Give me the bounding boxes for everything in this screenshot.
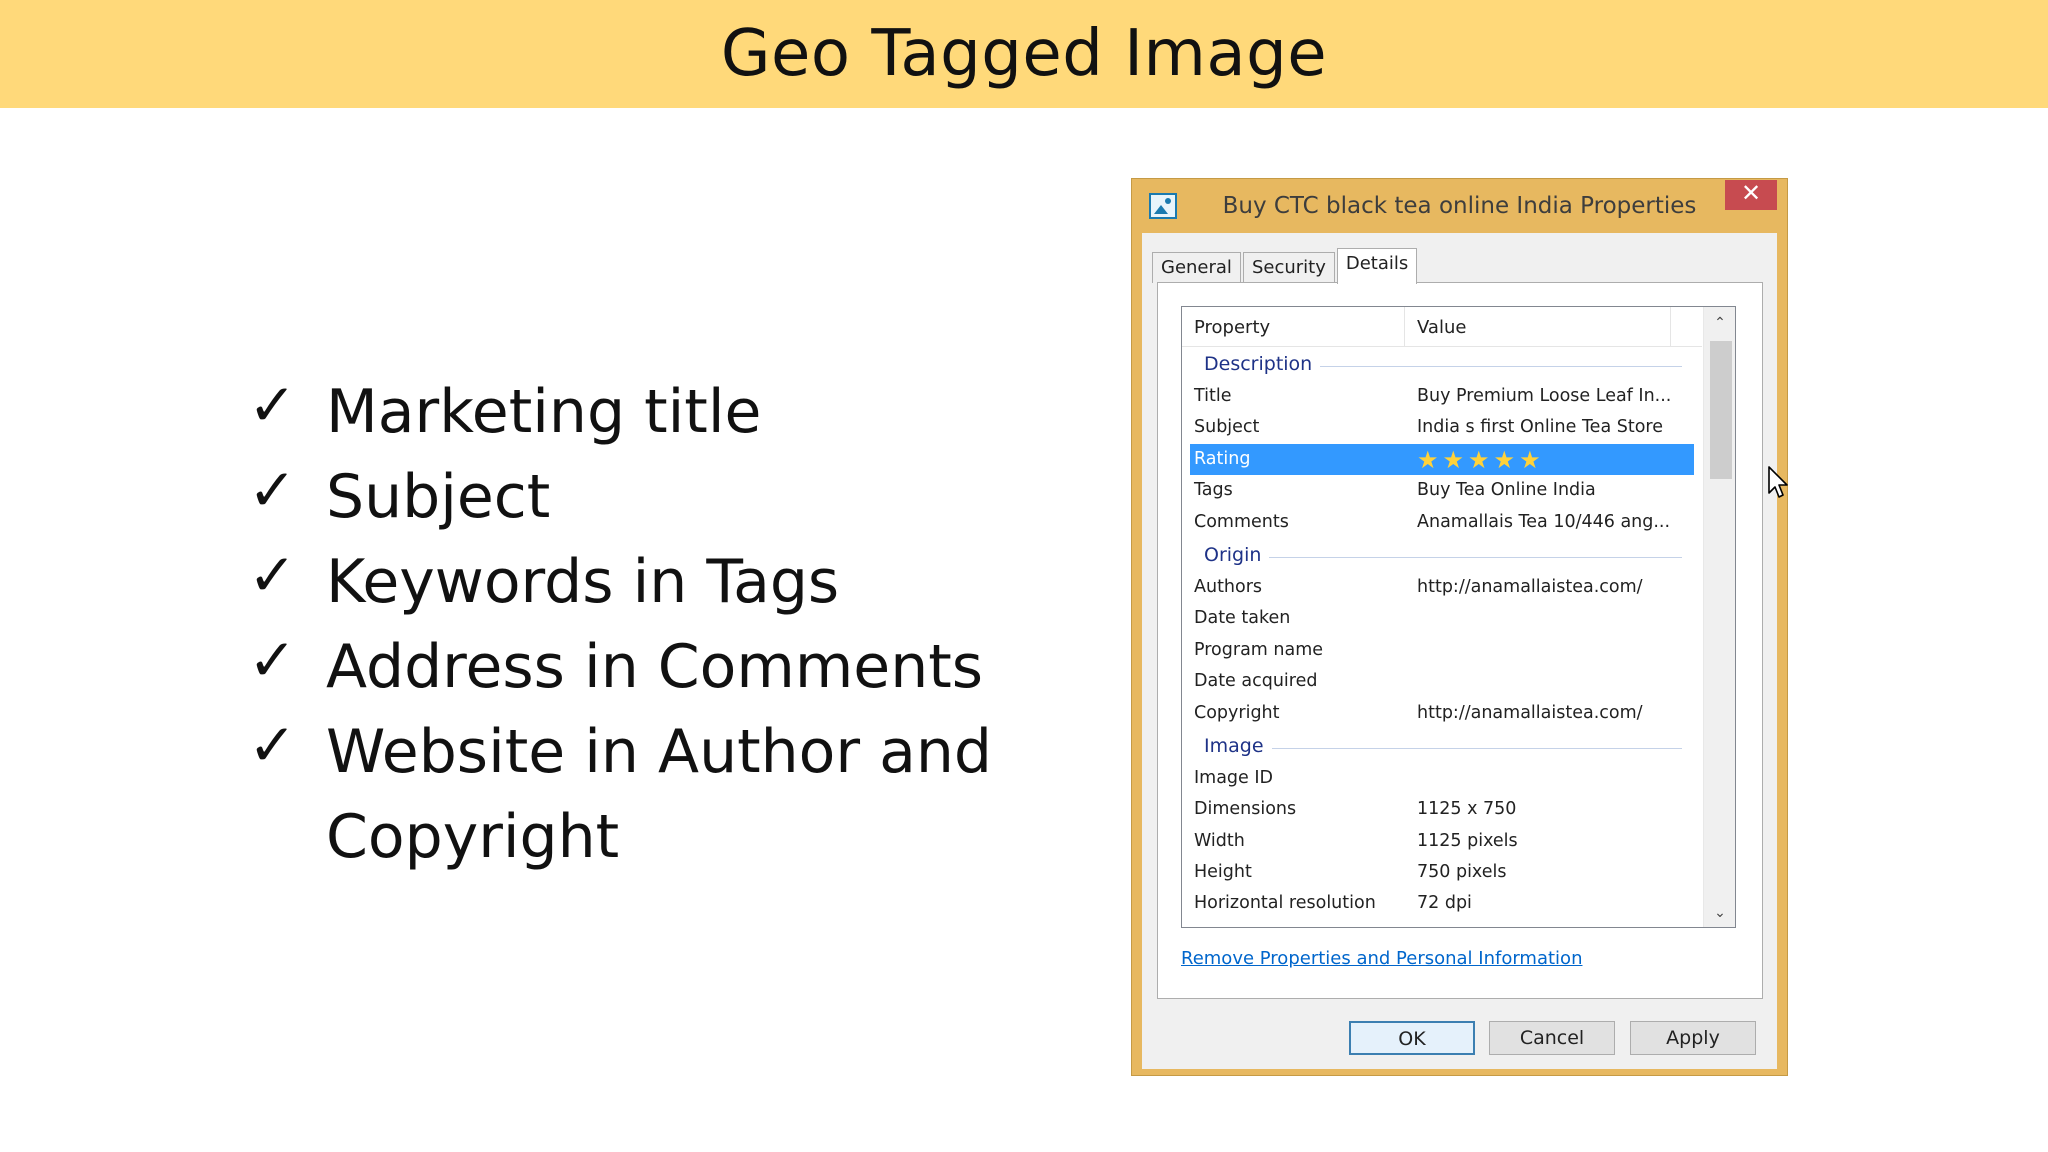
table-row[interactable]: Dimensions 1125 x 750 [1182, 794, 1702, 825]
bullet-text: Keywords in Tags [326, 547, 840, 617]
table-row[interactable]: Tags Buy Tea Online India [1182, 475, 1702, 506]
bullet-item: ✓ Subject [248, 455, 1048, 540]
column-divider[interactable] [1404, 307, 1405, 347]
column-header-value[interactable]: Value [1417, 317, 1466, 338]
table-row[interactable]: Copyright http://anamallaistea.com/ [1182, 698, 1702, 729]
window-title: Buy CTC black tea online India Propertie… [1222, 193, 1697, 219]
checkmark-icon: ✓ [248, 456, 297, 524]
close-button[interactable]: ✕ [1725, 180, 1777, 210]
bullet-text: Subject [326, 462, 551, 532]
group-header-origin: Origin [1182, 538, 1702, 572]
bullet-list: ✓ Marketing title ✓ Subject ✓ Keywords in T… [248, 370, 1048, 880]
title-bar[interactable]: Buy CTC black tea online India Propertie… [1132, 179, 1787, 233]
table-row[interactable]: Horizontal resolution 72 dpi [1182, 888, 1702, 919]
tab-details[interactable]: Details [1336, 248, 1418, 284]
scroll-thumb[interactable] [1710, 341, 1732, 479]
checkmark-icon: ✓ [248, 541, 297, 609]
bullet-item: ✓ Address in Comments [248, 625, 1048, 710]
cancel-button[interactable]: Cancel [1489, 1021, 1615, 1055]
column-divider[interactable] [1670, 307, 1671, 347]
title-banner: Geo Tagged Image [0, 0, 2048, 108]
scroll-up-arrow-icon[interactable]: ⌃ [1704, 307, 1735, 337]
bullet-item: ✓ Website in Author and Copyright [248, 710, 1048, 880]
property-list[interactable]: Property Value Description Title Buy Prem… [1181, 306, 1736, 928]
table-row[interactable]: Image ID [1182, 763, 1702, 794]
bullet-text: Website in Author and Copyright [326, 717, 992, 872]
tab-strip: General Security Details [1152, 247, 1419, 284]
table-row[interactable]: Width 1125 pixels [1182, 826, 1702, 857]
dialog-body: General Security Details Property Value … [1142, 233, 1777, 1069]
column-header-property[interactable]: Property [1194, 317, 1270, 338]
checkmark-icon: ✓ [248, 626, 297, 694]
mouse-pointer-icon [1768, 466, 1788, 498]
remove-properties-link[interactable]: Remove Properties and Personal Informati… [1181, 948, 1582, 969]
bullet-item: ✓ Keywords in Tags [248, 540, 1048, 625]
rating-stars[interactable]: ★★★★★ [1417, 446, 1545, 474]
checkmark-icon: ✓ [248, 711, 297, 779]
table-row-selected[interactable]: Rating ★★★★★ [1190, 443, 1694, 476]
bullet-item: ✓ Marketing title [248, 370, 1048, 455]
table-row[interactable]: Authors http://anamallaistea.com/ [1182, 572, 1702, 603]
bullet-text: Address in Comments [326, 632, 984, 702]
list-header: Property Value [1182, 307, 1702, 347]
group-header-image: Image [1182, 729, 1702, 763]
property-rows: Description Title Buy Premium Loose Leaf … [1182, 347, 1702, 920]
details-panel: Property Value Description Title Buy Prem… [1157, 282, 1763, 999]
table-row[interactable]: Program name [1182, 635, 1702, 666]
table-row[interactable]: Title Buy Premium Loose Leaf In... [1182, 381, 1702, 412]
table-row[interactable]: Date acquired [1182, 666, 1702, 697]
table-row[interactable]: Height 750 pixels [1182, 857, 1702, 888]
checkmark-icon: ✓ [248, 371, 297, 439]
properties-dialog: Buy CTC black tea online India Propertie… [1131, 178, 1788, 1076]
bullet-text: Marketing title [326, 377, 762, 447]
tab-general[interactable]: General [1152, 252, 1241, 283]
scroll-down-arrow-icon[interactable]: ⌄ [1704, 897, 1735, 927]
ok-button[interactable]: OK [1349, 1021, 1475, 1055]
apply-button[interactable]: Apply [1630, 1021, 1756, 1055]
table-row[interactable]: Comments Anamallais Tea 10/446 ang... [1182, 507, 1702, 538]
group-header-description: Description [1182, 347, 1702, 381]
vertical-scrollbar[interactable]: ⌃ ⌄ [1703, 307, 1735, 927]
table-row[interactable]: Date taken [1182, 603, 1702, 634]
tab-security[interactable]: Security [1242, 252, 1335, 283]
table-row[interactable]: Subject India s first Online Tea Store [1182, 412, 1702, 443]
slide-title: Geo Tagged Image [720, 17, 1328, 91]
